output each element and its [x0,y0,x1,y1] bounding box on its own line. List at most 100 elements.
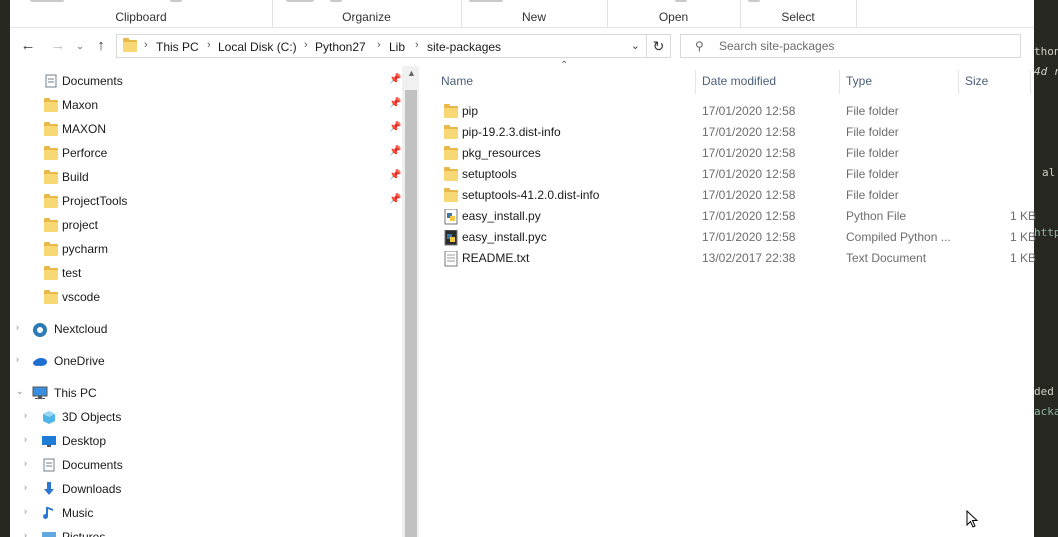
column-header-name[interactable]: Name [441,74,473,88]
nav-item-projecttools[interactable]: ProjectTools 📌 [10,190,402,212]
chevron-right-icon[interactable]: › [24,530,27,537]
ribbon: Clipboard Organize New Open Select [10,0,1034,28]
chevron-right-icon[interactable]: › [16,322,19,332]
clipboard-commands[interactable] [30,0,64,2]
nav-scrollbar-thumb[interactable] [405,90,417,537]
recent-locations-chevron-icon[interactable]: ⌄ [72,38,88,54]
editor-text: http [1034,226,1058,239]
nav-item-pycharm[interactable]: pycharm [10,238,402,260]
chevron-down-icon[interactable]: ⌄ [16,386,24,397]
nav-item-label: Desktop [62,434,107,448]
pictures-icon [42,530,56,537]
copy-path-icon[interactable] [170,0,182,2]
up-arrow-icon[interactable]: ↑ [93,38,109,54]
ribbon-group-label: Clipboard [115,10,167,24]
nav-item-label: Nextcloud [54,322,108,336]
file-date: 17/01/2020 12:58 [702,125,796,139]
file-row[interactable]: pkg_resources 17/01/2020 12:58 File folder [430,142,1034,163]
breadcrumb-separator-icon[interactable]: › [304,39,308,51]
search-box[interactable]: ⚲ [680,34,1021,58]
nav-item-desktop[interactable]: › Desktop [10,430,402,452]
nav-item-nextcloud[interactable]: › Nextcloud [10,318,402,340]
breadcrumb-local-disk[interactable]: Local Disk (C:) [218,40,297,54]
nav-item-maxon[interactable]: MAXON 📌 [10,118,402,140]
chevron-right-icon[interactable]: › [24,458,27,468]
nav-item-perforce[interactable]: Perforce 📌 [10,142,402,164]
scroll-up-icon[interactable]: ▲ [407,68,416,78]
search-input[interactable] [719,38,1009,54]
file-type: File folder [846,188,899,202]
nav-item-onedrive[interactable]: › OneDrive [10,350,402,372]
address-history-chevron-icon[interactable]: ⌄ [631,39,640,52]
folder-icon [44,98,58,112]
file-row[interactable]: easy_install.py 17/01/2020 12:58 Python Fi… [430,205,1036,226]
nav-item-test[interactable]: test [10,262,402,284]
nav-item-project[interactable]: project [10,214,402,236]
breadcrumb-site-packages[interactable]: site-packages [427,40,501,54]
column-divider[interactable] [958,70,959,94]
background-editor-left [0,0,10,537]
folder-icon [44,266,58,280]
file-name: setuptools-41.2.0.dist-info [462,188,600,202]
file-row[interactable]: setuptools 17/01/2020 12:58 File folder [430,163,1034,184]
column-header-type[interactable]: Type [846,74,872,88]
breadcrumb-separator-icon[interactable]: › [207,39,211,51]
address-bar[interactable]: › This PC › Local Disk (C:) › Python27 ›… [116,34,647,58]
nav-item-label: Music [62,506,94,520]
pin-icon: 📌 [389,98,402,109]
chevron-right-icon[interactable]: › [24,506,27,516]
nav-item-documents[interactable]: › Documents [10,454,402,476]
move-to-icon[interactable] [286,0,314,2]
nav-item-3d-objects[interactable]: › 3D Objects [10,406,402,428]
editor-text: ded [1034,385,1054,398]
breadcrumb-python27[interactable]: Python27 [315,40,366,54]
forward-arrow-icon[interactable]: → [50,38,66,54]
ribbon-group-open: Open [607,0,741,27]
folder-icon [44,242,58,256]
back-arrow-icon[interactable]: ← [20,38,36,54]
file-row[interactable]: setuptools-41.2.0.dist-info 17/01/2020 12… [430,184,1034,205]
file-row[interactable]: README.txt 13/02/2017 22:38 Text Document 1… [430,247,1037,268]
chevron-right-icon[interactable]: › [16,354,19,364]
breadcrumb-separator-icon[interactable]: › [377,39,381,51]
breadcrumb-separator-icon[interactable]: › [144,39,148,51]
breadcrumb-lib[interactable]: Lib [389,40,405,54]
column-header-size[interactable]: Size [965,74,988,88]
properties-icon[interactable] [675,0,687,2]
nav-item-downloads[interactable]: › Downloads [10,478,402,500]
new-folder-button[interactable] [469,0,503,2]
file-name: pip [462,104,479,118]
file-size: 1 KB [1010,251,1037,265]
nav-item-pictures[interactable]: › Pictures [10,526,402,537]
folder-icon [44,218,58,232]
nav-item-music[interactable]: › Music [10,502,402,524]
file-date: 17/01/2020 12:58 [702,104,796,118]
file-type: File folder [846,125,899,139]
file-type: File folder [846,104,899,118]
nav-item-thispc[interactable]: ⌄ This PC [10,382,402,404]
chevron-right-icon[interactable]: › [24,482,27,492]
nav-item-build[interactable]: Build 📌 [10,166,402,188]
chevron-right-icon[interactable]: › [24,434,27,444]
nav-item-label: This PC [54,386,97,400]
nav-item-label: test [62,266,82,280]
select-all-icon[interactable] [748,0,760,2]
nav-item-vscode[interactable]: vscode [10,286,402,308]
breadcrumb-this-pc[interactable]: This PC [156,40,199,54]
file-row[interactable]: easy_install.pyc 17/01/2020 12:58 Compiled… [430,226,1036,247]
chevron-right-icon[interactable]: › [24,410,27,420]
column-divider[interactable] [839,70,840,94]
column-header-date[interactable]: Date modified [702,74,776,88]
nav-item-maxon[interactable]: Maxon 📌 [10,94,402,116]
file-row[interactable]: pip-19.2.3.dist-info 17/01/2020 12:58 File… [430,121,1034,142]
nav-item-documents[interactable]: Documents 📌 [10,70,402,92]
column-divider[interactable] [1030,70,1031,94]
breadcrumb-separator-icon[interactable]: › [415,39,419,51]
folder-icon [44,170,58,184]
file-row[interactable]: pip 17/01/2020 12:58 File folder [430,100,1034,121]
copy-to-icon[interactable] [330,0,342,2]
python-file-icon [444,208,458,225]
text-document-icon [444,250,458,267]
refresh-icon[interactable]: ↻ [647,34,671,58]
column-divider[interactable] [695,70,696,94]
